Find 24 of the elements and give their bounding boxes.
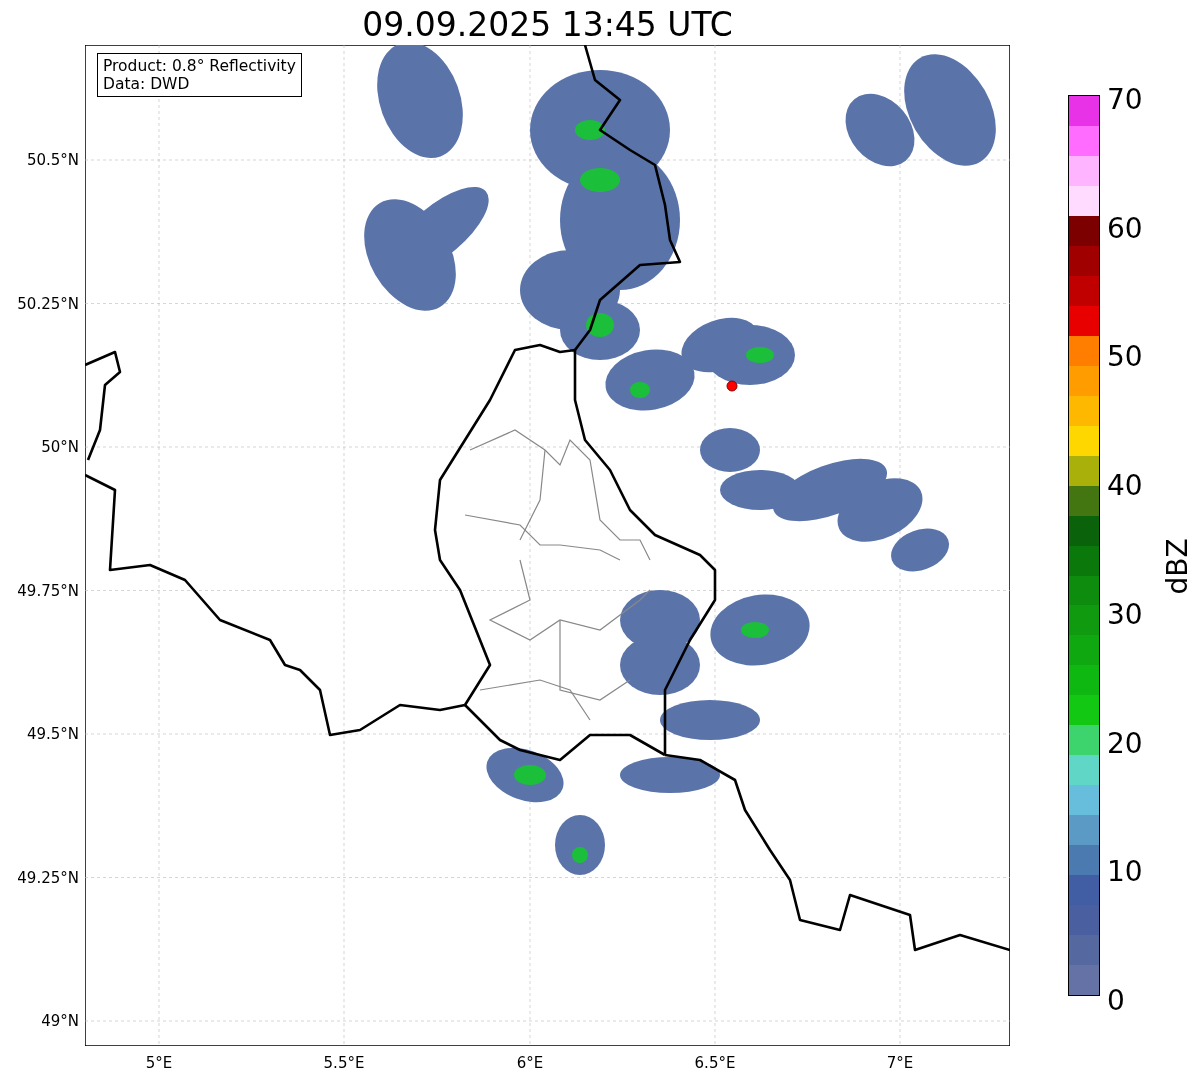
latitude-label: 49°N (41, 1011, 79, 1031)
latitude-label: 49.75°N (17, 580, 79, 601)
colorbar-tick-label: 30 (1106, 596, 1143, 633)
latitude-label: 49.25°N (17, 867, 79, 888)
longitude-label: 7°E (885, 1054, 915, 1072)
colorbar-tick-label: 0 (1106, 982, 1126, 1019)
colorbar-tick-label: 70 (1106, 82, 1143, 118)
longitude-label: 5°E (144, 1054, 174, 1072)
colorbar-tick-label: 40 (1106, 468, 1143, 505)
latitude-label: 50°N (41, 437, 79, 457)
longitude-label: 6°E (515, 1054, 545, 1072)
info-text: Data: DWD (103, 75, 191, 93)
colorbar-label: dBZ (1160, 538, 1194, 595)
longitude-label: 5.5°E (322, 1054, 366, 1072)
colorbar-tick-label: 20 (1106, 725, 1143, 762)
longitude-label: 6.5°E (693, 1054, 737, 1072)
colorbar-tick-label: 10 (1106, 854, 1143, 891)
latitude-label: 50.25°N (17, 293, 79, 314)
chart-title: 09.09.2025 13:45 UTC (362, 5, 733, 45)
latitude-label: 50.5°N (26, 150, 79, 170)
latitude-label: 49.5°N (26, 724, 79, 744)
colorbar-tick-label: 60 (1106, 210, 1143, 247)
info-text: Product: 0.8° Reflectivity (103, 57, 296, 75)
colorbar-tick-label: 50 (1106, 339, 1143, 376)
